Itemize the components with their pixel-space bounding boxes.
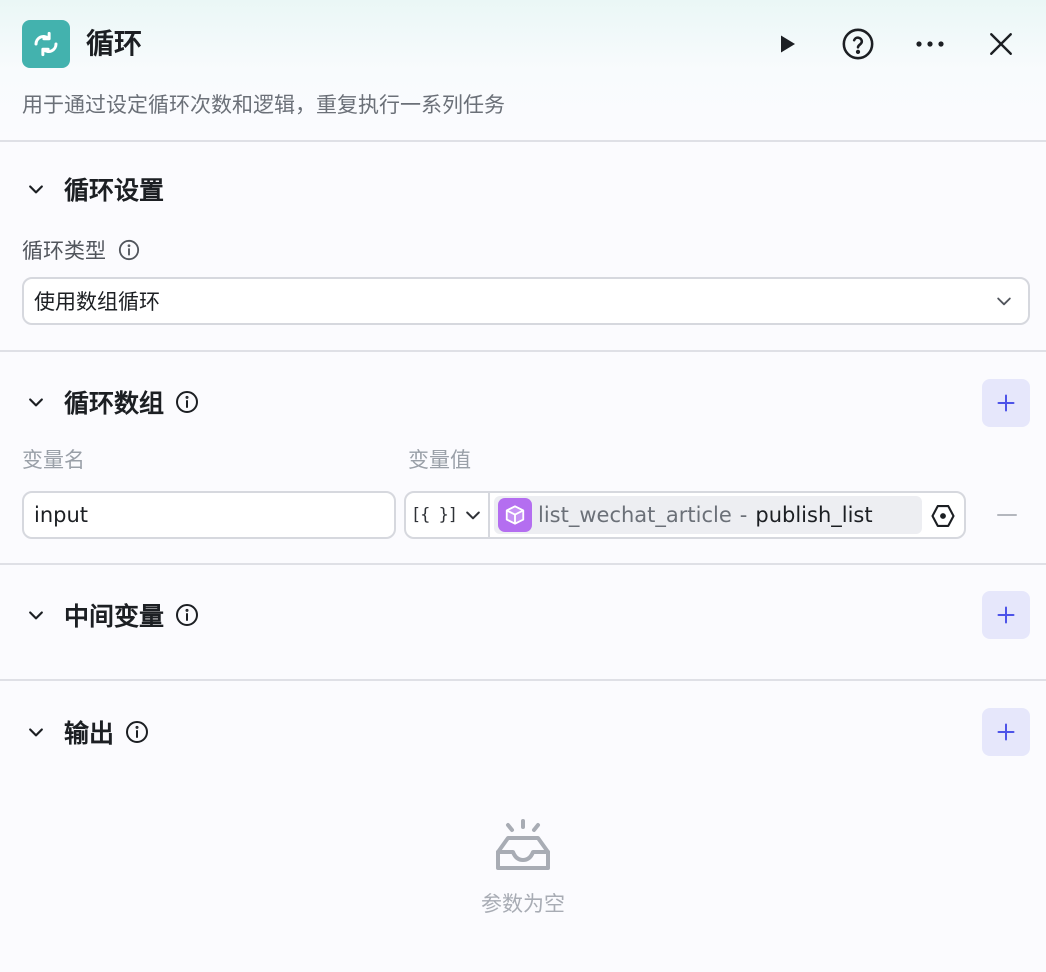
column-header-name: 变量名 <box>22 448 85 472</box>
plus-icon <box>997 606 1015 624</box>
chevron-down-icon[interactable] <box>22 388 50 416</box>
reference-separator: - <box>739 503 748 527</box>
loop-type-select[interactable]: 使用数组循环 <box>22 277 1030 325</box>
loop-icon <box>22 20 70 68</box>
info-icon[interactable] <box>174 389 200 415</box>
variable-picker-button[interactable] <box>928 501 958 531</box>
section-title: 中间变量 <box>64 602 165 631</box>
section-output-header: 输出 <box>22 710 150 754</box>
variable-hexagon-icon <box>931 505 955 527</box>
help-circle-icon <box>842 28 874 60</box>
variable-reference-chip[interactable]: list_wechat_article - publish_list <box>494 496 922 534</box>
section-header: 循环设置 <box>22 167 164 211</box>
section-title: 循环设置 <box>64 176 165 205</box>
add-output-button[interactable] <box>982 708 1030 756</box>
chevron-down-icon[interactable] <box>22 601 50 629</box>
play-icon <box>781 35 795 53</box>
run-button[interactable] <box>767 24 807 64</box>
plus-icon <box>997 394 1015 412</box>
column-header-value: 变量值 <box>408 448 471 472</box>
close-icon <box>990 33 1012 55</box>
info-icon[interactable] <box>174 602 200 628</box>
cube-icon <box>498 498 532 532</box>
chevron-down-icon[interactable] <box>22 718 50 746</box>
chevron-down-icon <box>466 511 480 520</box>
variable-name-input[interactable] <box>22 491 396 539</box>
panel-header: 循环 用于通过设定循环次数和逻辑，重复执行一系列任务 <box>0 0 1046 142</box>
array-object-type-icon: [{ }] <box>410 505 458 525</box>
add-loop-array-button[interactable] <box>982 379 1030 427</box>
empty-state: 参数为空 <box>0 818 1046 918</box>
loop-type-label: 循环类型 <box>22 234 142 266</box>
section-title: 循环数组 <box>64 389 165 418</box>
minus-icon <box>997 514 1017 516</box>
close-button[interactable] <box>981 24 1021 64</box>
empty-state-text: 参数为空 <box>481 892 565 916</box>
add-intermediate-var-button[interactable] <box>982 591 1030 639</box>
info-icon[interactable] <box>124 719 150 745</box>
loop-node-panel: 循环 用于通过设定循环次数和逻辑，重复执行一系列任务 循环设置 循环类型 使用数… <box>0 0 1046 972</box>
more-icon <box>916 41 944 47</box>
section-header: 循环数组 <box>22 380 200 424</box>
section-intermediate-vars: 中间变量 <box>0 565 1046 681</box>
info-icon[interactable] <box>116 237 142 263</box>
more-button[interactable] <box>910 24 950 64</box>
loop-type-label-text: 循环类型 <box>22 239 106 263</box>
empty-inbox-icon <box>496 819 550 870</box>
reference-source-node: list_wechat_article <box>538 503 732 527</box>
chevron-down-icon[interactable] <box>22 175 50 203</box>
loop-type-value: 使用数组循环 <box>34 290 160 314</box>
remove-variable-button[interactable] <box>990 495 1024 535</box>
node-title[interactable]: 循环 <box>86 22 142 66</box>
section-title: 输出 <box>64 719 115 748</box>
reference-field: publish_list <box>755 503 873 527</box>
help-button[interactable] <box>838 24 878 64</box>
variable-type-select[interactable]: [{ }] <box>406 493 490 537</box>
section-header: 中间变量 <box>22 593 200 637</box>
node-description: 用于通过设定循环次数和逻辑，重复执行一系列任务 <box>22 93 505 117</box>
variable-value-field: [{ }] list_wechat_article - publish_list <box>404 491 966 539</box>
plus-icon <box>997 723 1015 741</box>
chevron-down-icon <box>994 291 1014 316</box>
